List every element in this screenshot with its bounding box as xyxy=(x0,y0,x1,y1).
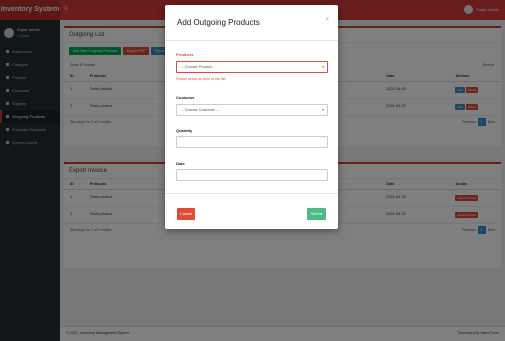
quantity-input[interactable] xyxy=(176,136,328,148)
products-error-message: Please select an item in the list. xyxy=(176,77,227,81)
customer-label: Customer xyxy=(176,95,195,100)
date-label: Date xyxy=(176,161,185,166)
customer-select-value: -- Choose Customer -- xyxy=(181,108,219,112)
submit-button[interactable]: Submit xyxy=(307,208,326,220)
cancel-button[interactable]: Cancel xyxy=(177,208,195,220)
add-outgoing-modal: Add Outgoing Products × Products -- Choo… xyxy=(165,5,338,229)
date-input[interactable] xyxy=(176,169,328,181)
products-select-value: -- Choose Product -- xyxy=(181,65,216,69)
close-icon[interactable]: × xyxy=(325,17,329,23)
customer-select[interactable]: -- Choose Customer -- ▾ xyxy=(176,104,328,116)
modal-divider xyxy=(165,193,338,194)
modal-header: Add Outgoing Products × xyxy=(165,5,338,41)
modal-title: Add Outgoing Products xyxy=(177,18,260,27)
quantity-label: Quantity xyxy=(176,128,193,133)
chevron-down-icon: ▾ xyxy=(322,108,324,112)
products-select[interactable]: -- Choose Product -- ▾ xyxy=(176,61,328,73)
products-label: Products xyxy=(176,52,194,57)
chevron-down-icon: ▾ xyxy=(322,65,324,69)
